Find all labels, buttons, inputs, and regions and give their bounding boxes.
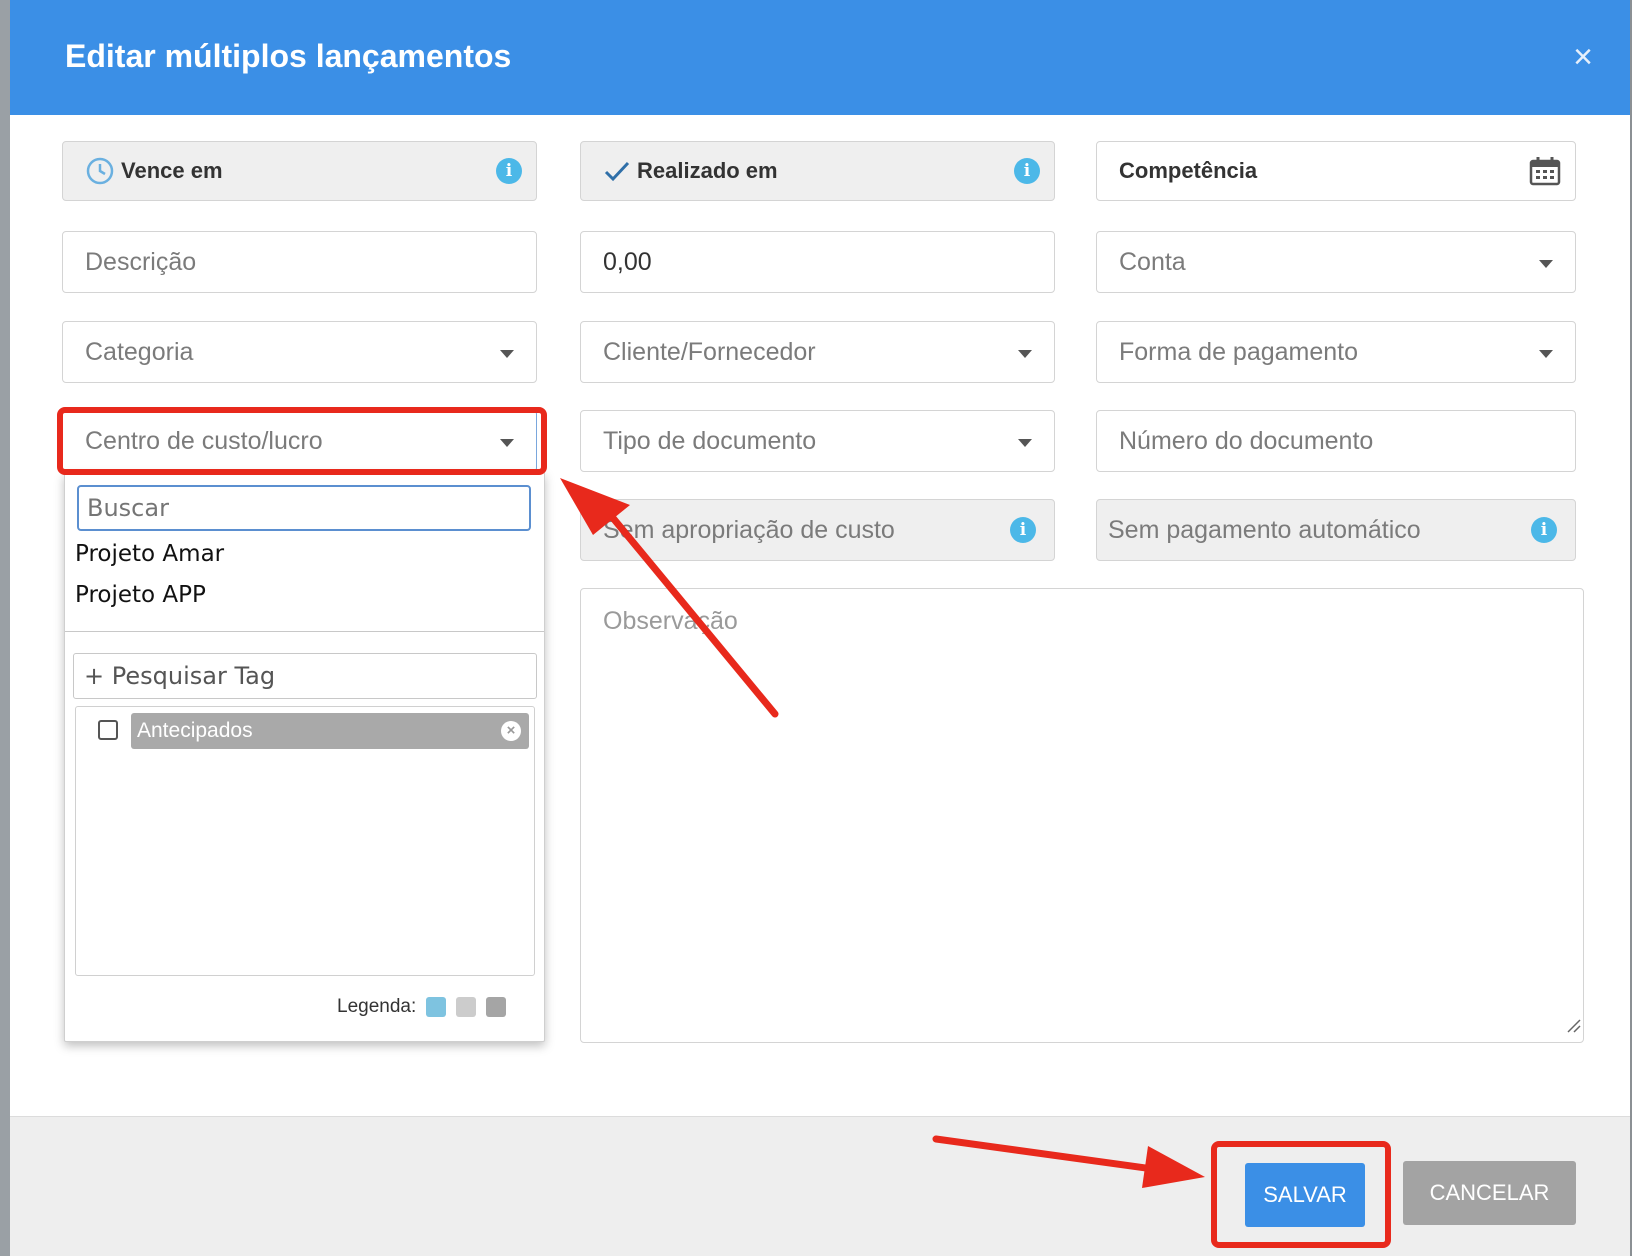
- arrow-to-save: [932, 1135, 1205, 1188]
- edit-entries-modal: Editar múltiplos lançamentos × Vence em …: [10, 0, 1630, 1256]
- background-app-strip: [0, 0, 10, 1256]
- annotation-arrows: [560, 478, 1205, 1188]
- arrow-to-dropdown: [560, 478, 779, 718]
